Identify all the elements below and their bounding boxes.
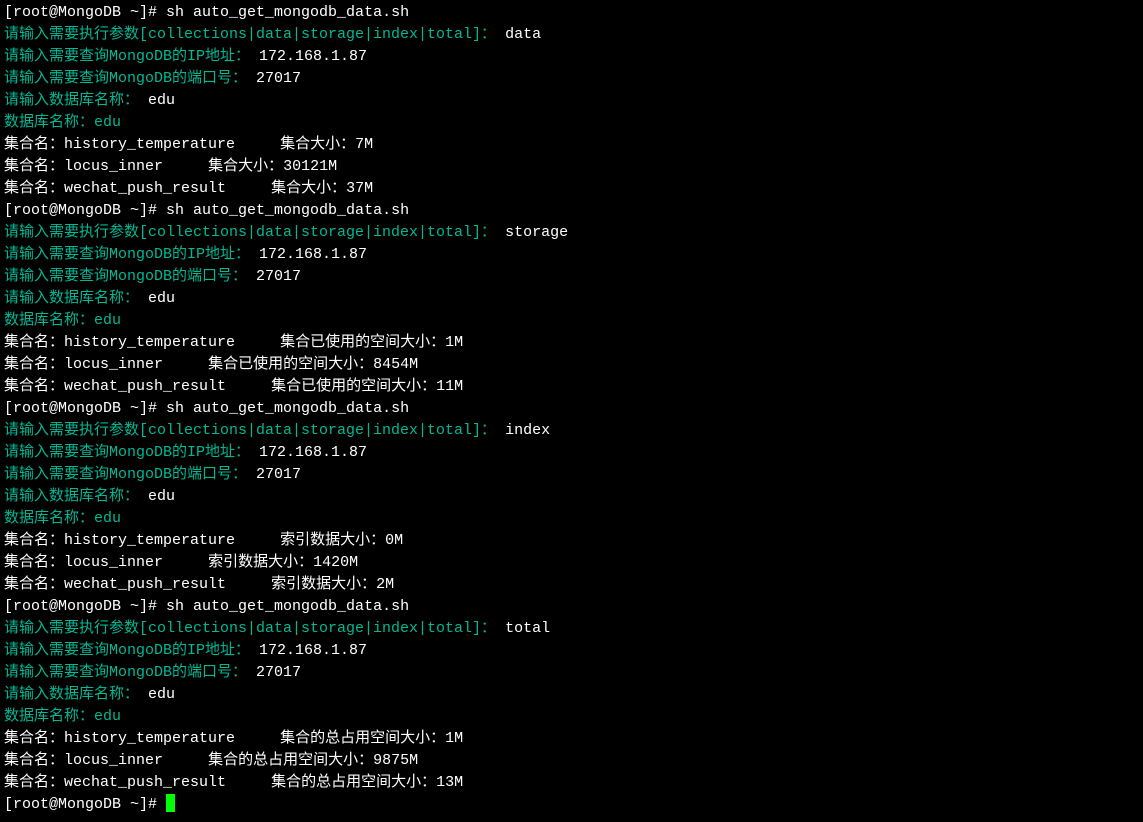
final-prompt-line[interactable]: [root@MongoDB ~]# [4, 794, 1139, 816]
collection-row: 集合名：locus_inner 集合已使用的空间大小：8454M [4, 354, 1139, 376]
port-prompt-line: 请输入需要查询MongoDB的端口号： 27017 [4, 662, 1139, 684]
collection-row: 集合名：history_temperature 集合的总占用空间大小：1M [4, 728, 1139, 750]
cursor [166, 794, 175, 812]
collection-row: 集合名：locus_inner 集合大小：30121M [4, 156, 1139, 178]
dbtitle-line: 数据库名称：edu [4, 310, 1139, 332]
prompt-line: [root@MongoDB ~]# sh auto_get_mongodb_da… [4, 2, 1139, 24]
ip-prompt-line: 请输入需要查询MongoDB的IP地址： 172.168.1.87 [4, 244, 1139, 266]
dbtitle-line: 数据库名称：edu [4, 508, 1139, 530]
dbname-prompt-line: 请输入数据库名称： edu [4, 684, 1139, 706]
dbname-prompt-line: 请输入数据库名称： edu [4, 90, 1139, 112]
dbtitle-line: 数据库名称：edu [4, 706, 1139, 728]
dbtitle-line: 数据库名称：edu [4, 112, 1139, 134]
port-prompt-line: 请输入需要查询MongoDB的端口号： 27017 [4, 464, 1139, 486]
param-prompt-line: 请输入需要执行参数[collections|data|storage|index… [4, 24, 1139, 46]
collection-row: 集合名：history_temperature 集合已使用的空间大小：1M [4, 332, 1139, 354]
collection-row: 集合名：wechat_push_result 集合已使用的空间大小：11M [4, 376, 1139, 398]
param-prompt-line: 请输入需要执行参数[collections|data|storage|index… [4, 222, 1139, 244]
port-prompt-line: 请输入需要查询MongoDB的端口号： 27017 [4, 266, 1139, 288]
prompt-line: [root@MongoDB ~]# sh auto_get_mongodb_da… [4, 398, 1139, 420]
collection-row: 集合名：history_temperature 索引数据大小：0M [4, 530, 1139, 552]
collection-row: 集合名：history_temperature 集合大小：7M [4, 134, 1139, 156]
terminal-output: [root@MongoDB ~]# sh auto_get_mongodb_da… [4, 2, 1139, 816]
dbname-prompt-line: 请输入数据库名称： edu [4, 288, 1139, 310]
prompt-line: [root@MongoDB ~]# sh auto_get_mongodb_da… [4, 596, 1139, 618]
collection-row: 集合名：wechat_push_result 索引数据大小：2M [4, 574, 1139, 596]
shell-prompt: [root@MongoDB ~]# [4, 796, 166, 813]
ip-prompt-line: 请输入需要查询MongoDB的IP地址： 172.168.1.87 [4, 442, 1139, 464]
collection-row: 集合名：wechat_push_result 集合的总占用空间大小：13M [4, 772, 1139, 794]
ip-prompt-line: 请输入需要查询MongoDB的IP地址： 172.168.1.87 [4, 46, 1139, 68]
ip-prompt-line: 请输入需要查询MongoDB的IP地址： 172.168.1.87 [4, 640, 1139, 662]
param-prompt-line: 请输入需要执行参数[collections|data|storage|index… [4, 420, 1139, 442]
collection-row: 集合名：locus_inner 索引数据大小：1420M [4, 552, 1139, 574]
collection-row: 集合名：locus_inner 集合的总占用空间大小：9875M [4, 750, 1139, 772]
param-prompt-line: 请输入需要执行参数[collections|data|storage|index… [4, 618, 1139, 640]
dbname-prompt-line: 请输入数据库名称： edu [4, 486, 1139, 508]
port-prompt-line: 请输入需要查询MongoDB的端口号： 27017 [4, 68, 1139, 90]
prompt-line: [root@MongoDB ~]# sh auto_get_mongodb_da… [4, 200, 1139, 222]
collection-row: 集合名：wechat_push_result 集合大小：37M [4, 178, 1139, 200]
